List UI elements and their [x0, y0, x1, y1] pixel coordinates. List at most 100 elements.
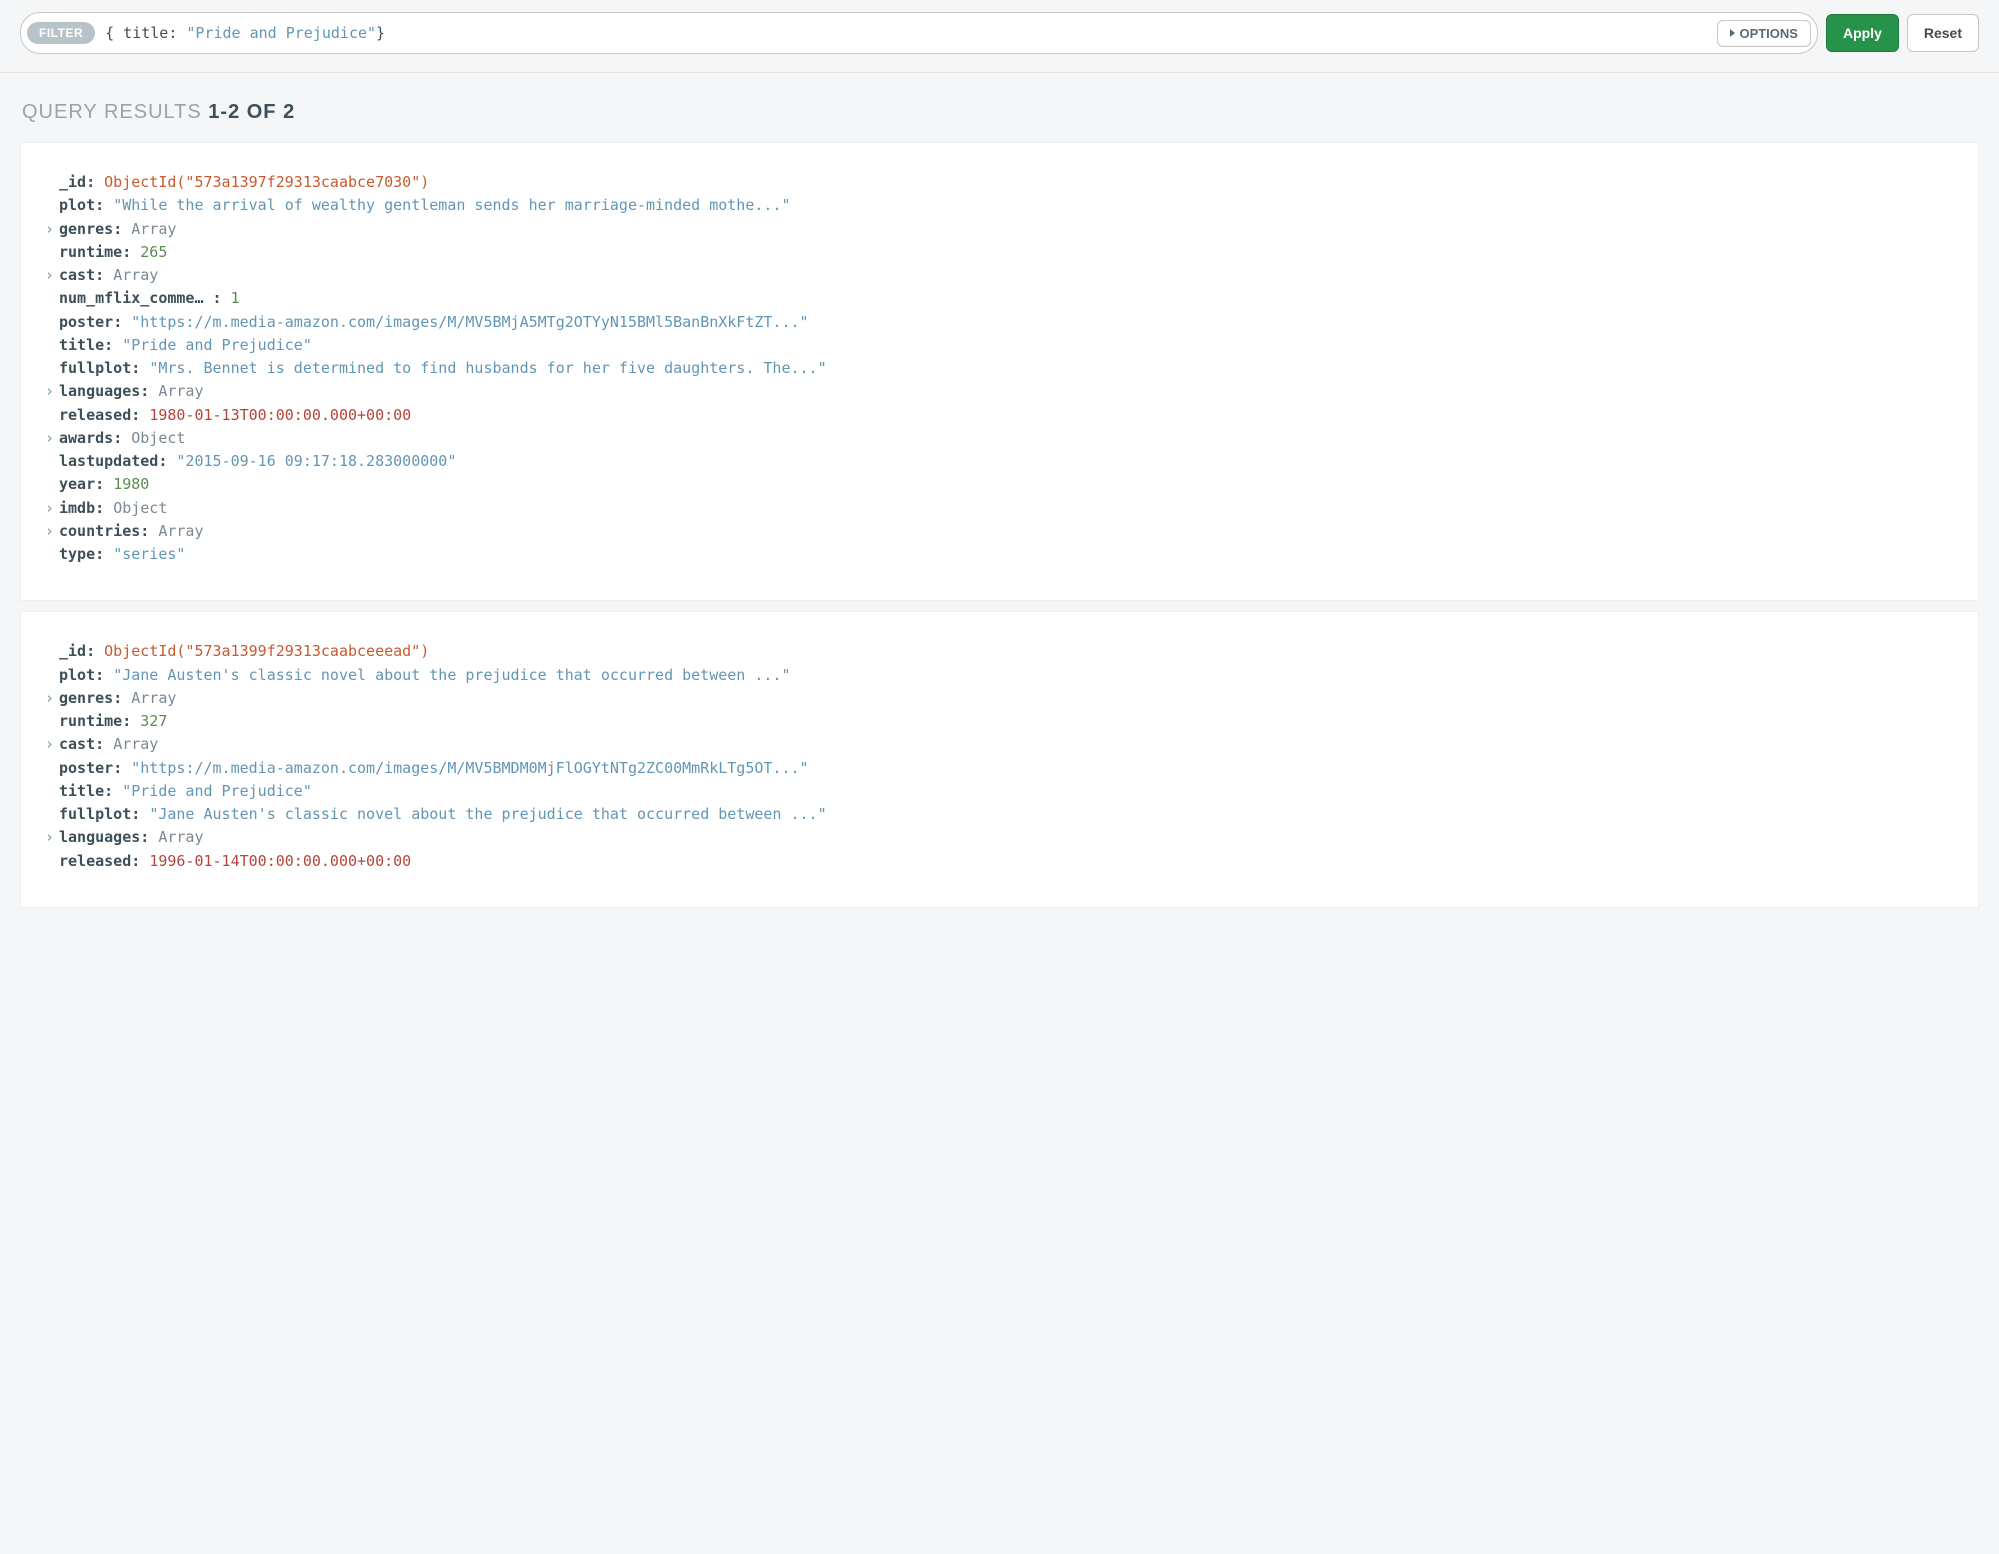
field-separator: : — [95, 196, 113, 214]
field-separator: : — [113, 429, 131, 447]
field-value: Array — [158, 522, 203, 540]
field-separator: : — [95, 266, 113, 284]
expand-caret-icon[interactable]: › — [45, 733, 59, 756]
field-row: ›genres: Array — [45, 687, 1954, 710]
field-separator: : — [131, 359, 149, 377]
expand-caret-icon[interactable]: › — [45, 427, 59, 450]
field-value: 327 — [140, 712, 167, 730]
field-key: poster — [59, 313, 113, 331]
documents-list: _id: ObjectId("573a1397f29313caabce7030"… — [0, 142, 1999, 908]
results-label: QUERY RESULTS — [22, 101, 202, 123]
field-separator: : — [213, 289, 231, 307]
field-row: runtime: 327 — [45, 710, 1954, 733]
field-key: awards — [59, 429, 113, 447]
query-results-header: QUERY RESULTS 1-2 OF 2 — [0, 73, 1999, 142]
field-key: genres — [59, 220, 113, 238]
field-key: title — [59, 782, 104, 800]
field-row: num_mflix_comme… : 1 — [45, 287, 1954, 310]
options-button[interactable]: OPTIONS — [1717, 20, 1811, 47]
field-value: Object — [113, 499, 167, 517]
field-key: _id — [59, 173, 86, 191]
filter-input-container: FILTER { title: "Pride and Prejudice"} O… — [20, 12, 1818, 54]
caret-right-icon — [1730, 29, 1735, 37]
field-row: ›languages: Array — [45, 380, 1954, 403]
field-key: imdb — [59, 499, 95, 517]
field-value: "Pride and Prejudice" — [122, 782, 312, 800]
field-row: year: 1980 — [45, 473, 1954, 496]
field-value: 1980-01-13T00:00:00.000+00:00 — [149, 406, 411, 424]
field-separator: : — [113, 689, 131, 707]
field-row: fullplot: "Jane Austen's classic novel a… — [45, 803, 1954, 826]
field-value: "https://m.media-amazon.com/images/M/MV5… — [131, 313, 808, 331]
field-value: "While the arrival of wealthy gentleman … — [113, 196, 790, 214]
field-row: title: "Pride and Prejudice" — [45, 780, 1954, 803]
document-card: _id: ObjectId("573a1397f29313caabce7030"… — [20, 142, 1979, 601]
field-row: _id: ObjectId("573a1397f29313caabce7030"… — [45, 171, 1954, 194]
field-separator: : — [95, 735, 113, 753]
field-key: cast — [59, 266, 95, 284]
filter-badge: FILTER — [27, 22, 95, 44]
field-key: released — [59, 406, 131, 424]
field-row: ›countries: Array — [45, 520, 1954, 543]
field-separator: : — [131, 805, 149, 823]
field-key: languages — [59, 828, 140, 846]
field-value: ObjectId("573a1397f29313caabce7030") — [104, 173, 429, 191]
expand-caret-icon[interactable]: › — [45, 826, 59, 849]
field-value: "Pride and Prejudice" — [122, 336, 312, 354]
filter-bar: FILTER { title: "Pride and Prejudice"} O… — [0, 0, 1999, 73]
expand-caret-icon[interactable]: › — [45, 687, 59, 710]
field-row: poster: "https://m.media-amazon.com/imag… — [45, 757, 1954, 780]
field-key: type — [59, 545, 95, 563]
results-of: OF — [247, 101, 277, 123]
field-key: num_mflix_comme… — [59, 289, 213, 307]
field-separator: : — [95, 545, 113, 563]
field-key: fullplot — [59, 805, 131, 823]
apply-button[interactable]: Apply — [1826, 14, 1899, 52]
field-separator: : — [140, 382, 158, 400]
field-value: Array — [131, 220, 176, 238]
field-value: Array — [158, 382, 203, 400]
field-value: "Jane Austen's classic novel about the p… — [113, 666, 790, 684]
field-row: runtime: 265 — [45, 241, 1954, 264]
field-row: type: "series" — [45, 543, 1954, 566]
field-value: 265 — [140, 243, 167, 261]
results-total: 2 — [283, 101, 295, 123]
reset-button[interactable]: Reset — [1907, 14, 1979, 52]
options-label: OPTIONS — [1739, 26, 1798, 41]
expand-caret-icon[interactable]: › — [45, 497, 59, 520]
field-row: _id: ObjectId("573a1399f29313caabceeead"… — [45, 640, 1954, 663]
field-value: Array — [113, 735, 158, 753]
field-row: released: 1996-01-14T00:00:00.000+00:00 — [45, 850, 1954, 873]
field-row: lastupdated: "2015-09-16 09:17:18.283000… — [45, 450, 1954, 473]
field-value: 1980 — [113, 475, 149, 493]
field-separator: : — [86, 173, 104, 191]
field-value: "Jane Austen's classic novel about the p… — [149, 805, 826, 823]
field-key: title — [59, 336, 104, 354]
field-row: plot: "Jane Austen's classic novel about… — [45, 664, 1954, 687]
field-value: "series" — [113, 545, 185, 563]
expand-caret-icon[interactable]: › — [45, 218, 59, 241]
field-value: "Mrs. Bennet is determined to find husba… — [149, 359, 826, 377]
field-key: runtime — [59, 712, 122, 730]
field-separator: : — [113, 313, 131, 331]
field-separator: : — [113, 759, 131, 777]
field-value: Object — [131, 429, 185, 447]
expand-caret-icon[interactable]: › — [45, 264, 59, 287]
field-key: lastupdated — [59, 452, 158, 470]
field-row: ›awards: Object — [45, 427, 1954, 450]
field-key: cast — [59, 735, 95, 753]
field-separator: : — [158, 452, 176, 470]
field-value: "2015-09-16 09:17:18.283000000" — [176, 452, 456, 470]
field-row: ›cast: Array — [45, 733, 1954, 756]
expand-caret-icon[interactable]: › — [45, 380, 59, 403]
field-row: released: 1980-01-13T00:00:00.000+00:00 — [45, 404, 1954, 427]
field-separator: : — [140, 522, 158, 540]
filter-query-input[interactable]: { title: "Pride and Prejudice"} — [105, 24, 1709, 42]
document-card: _id: ObjectId("573a1399f29313caabceeead"… — [20, 611, 1979, 908]
field-key: runtime — [59, 243, 122, 261]
field-key: plot — [59, 196, 95, 214]
field-row: fullplot: "Mrs. Bennet is determined to … — [45, 357, 1954, 380]
field-value: ObjectId("573a1399f29313caabceeead") — [104, 642, 429, 660]
expand-caret-icon[interactable]: › — [45, 520, 59, 543]
field-key: released — [59, 852, 131, 870]
